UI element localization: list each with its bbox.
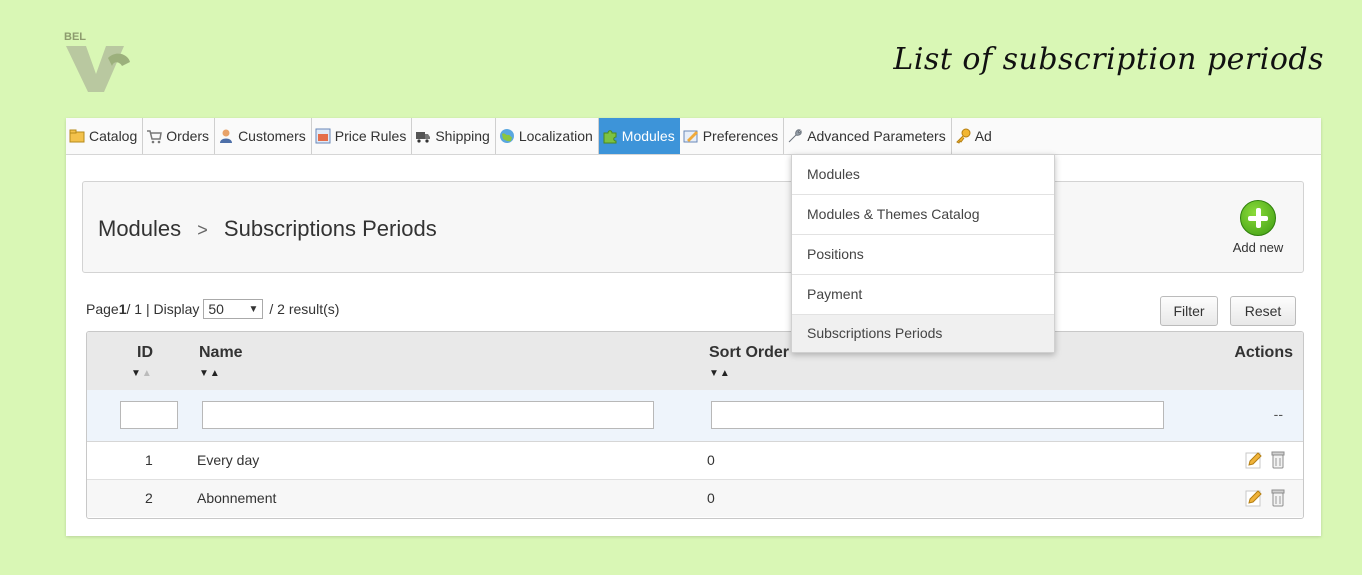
column-header-sort-order: Sort Order [709,344,790,361]
nav-item-preferences[interactable]: Preferences [680,118,785,154]
cell-name: Abonnement [197,490,277,506]
nav-label: Localization [518,128,593,144]
table-header-row: ID ▼▲ Name ▼▲ Sort Order ▼▲ Actions [87,332,1303,391]
reset-button[interactable]: Reset [1230,296,1296,326]
page-title: List of subscription periods [893,42,1324,77]
nav-item-modules[interactable]: Modules [598,118,680,154]
page-prefix: Page [86,301,119,317]
page-total: / 1 | Display [126,301,200,317]
breadcrumb-current: Subscriptions Periods [223,216,437,241]
subscription-periods-table: ID ▼▲ Name ▼▲ Sort Order ▼▲ Actions -- 1… [86,331,1304,519]
add-new-label: Add new [1232,240,1284,255]
nav-label: Customers [238,128,306,144]
nav-item-price-rules[interactable]: Price Rules [312,118,413,154]
cell-id: 1 [145,452,153,468]
result-count: / 2 result(s) [269,301,340,317]
nav-item-localization[interactable]: Localization [496,118,599,154]
modules-dropdown-menu: Modules Modules & Themes Catalog Positio… [791,154,1055,353]
key-icon [955,128,971,144]
nav-label: Shipping [435,128,490,144]
table-row[interactable]: 1 Every day 0 [87,442,1303,480]
filter-name-input[interactable] [202,401,654,429]
column-header-actions: Actions [1234,344,1293,361]
nav-item-ad[interactable]: Ad [952,118,997,154]
page-current: 1 [118,301,127,317]
menu-item-payment[interactable]: Payment [792,275,1054,315]
sort-asc-icon[interactable]: ▲ [720,368,731,379]
user-icon [218,128,234,144]
delete-icon[interactable] [1269,488,1287,508]
column-header-name: Name [199,344,243,361]
nav-label: Catalog [89,128,138,144]
sort-asc-icon[interactable]: ▲ [142,368,153,379]
pagination: Page 1 / 1 | Display 50 ▼ / 2 result(s) [86,299,339,319]
sort-desc-icon[interactable]: ▼ [131,368,142,379]
nav-label: Orders [166,128,210,144]
sort-arrows-name[interactable]: ▼▲ [199,368,221,379]
nav-item-customers[interactable]: Customers [215,118,312,154]
preferences-icon [683,128,699,144]
folder-icon [69,128,85,144]
sort-arrows-id[interactable]: ▼▲ [131,368,153,379]
truck-icon [415,128,431,144]
delete-icon[interactable] [1269,450,1287,470]
display-count-value: 50 [208,301,224,317]
display-count-select[interactable]: 50 ▼ [203,299,264,319]
filter-actions-placeholder: -- [1273,406,1283,422]
globe-icon [499,128,515,144]
filter-sort-order-input[interactable] [711,401,1164,429]
add-new-button[interactable]: Add new [1228,200,1288,255]
breadcrumb: Modules > Subscriptions Periods [98,216,437,242]
top-nav: Catalog Orders Customers Price Rules Shi… [66,118,1321,155]
page-header: Modules > Subscriptions Periods Add new [82,181,1304,273]
svg-text:BEL: BEL [64,31,86,43]
sort-desc-icon[interactable]: ▼ [709,368,720,379]
edit-icon[interactable] [1245,488,1263,508]
filter-button[interactable]: Filter [1160,296,1218,326]
menu-item-modules[interactable]: Modules [792,155,1054,195]
nav-item-advanced-parameters[interactable]: Advanced Parameters [784,118,952,154]
menu-item-subscriptions-periods[interactable]: Subscriptions Periods [792,315,1054,352]
logo: BEL [64,28,132,92]
nav-item-catalog[interactable]: Catalog [66,118,144,154]
cell-id: 2 [145,490,153,506]
price-tag-icon [315,128,331,144]
breadcrumb-parent[interactable]: Modules [98,216,181,241]
filter-row: -- [87,390,1303,442]
cell-name: Every day [197,452,260,468]
chevron-down-icon: ▼ [248,303,259,315]
admin-panel: Catalog Orders Customers Price Rules Shi… [66,118,1321,536]
cell-sort-order: 0 [707,490,715,506]
nav-item-shipping[interactable]: Shipping [412,118,496,154]
filter-id-input[interactable] [120,401,178,429]
nav-label: Ad [974,128,992,144]
wrench-icon [787,128,803,144]
table-row[interactable]: 2 Abonnement 0 [87,480,1303,517]
puzzle-icon [602,128,618,144]
breadcrumb-separator: > [197,220,208,240]
nav-label: Modules [621,128,675,144]
nav-item-orders[interactable]: Orders [143,118,216,154]
menu-item-positions[interactable]: Positions [792,235,1054,275]
edit-icon[interactable] [1245,450,1263,470]
nav-label: Price Rules [334,128,407,144]
sort-desc-icon[interactable]: ▼ [199,368,210,379]
cell-sort-order: 0 [707,452,715,468]
nav-label: Preferences [702,128,779,144]
sort-arrows-sort-order[interactable]: ▼▲ [709,368,731,379]
menu-item-modules-themes-catalog[interactable]: Modules & Themes Catalog [792,195,1054,235]
sort-asc-icon[interactable]: ▲ [210,368,221,379]
nav-label: Advanced Parameters [807,128,946,144]
plus-circle-icon [1240,200,1276,236]
column-header-id: ID [137,344,153,361]
cart-icon [146,128,163,144]
